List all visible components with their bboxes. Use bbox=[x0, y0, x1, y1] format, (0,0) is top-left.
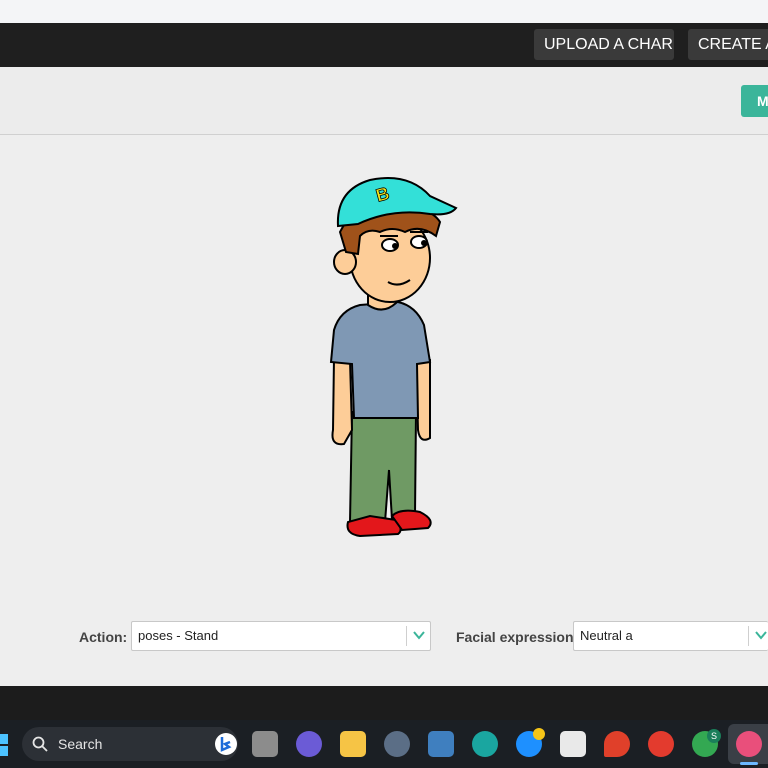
search-icon bbox=[32, 736, 48, 752]
bing-icon[interactable] bbox=[214, 732, 238, 756]
create-a-button[interactable]: CREATE A bbox=[688, 29, 768, 60]
teams-icon[interactable] bbox=[296, 731, 322, 757]
facial-expression-select[interactable]: Neutral a bbox=[573, 621, 768, 651]
page-footer bbox=[0, 686, 768, 720]
task-view-icon[interactable] bbox=[252, 731, 278, 757]
chevron-down-icon bbox=[755, 631, 767, 640]
upload-a-char-button[interactable]: UPLOAD A CHAR bbox=[534, 29, 674, 60]
character-left-shoe bbox=[346, 514, 402, 538]
edge-icon[interactable] bbox=[472, 731, 498, 757]
profile-badge: S bbox=[707, 729, 721, 743]
taskbar-search-box[interactable] bbox=[22, 727, 238, 761]
action-select-value: poses - Stand bbox=[138, 628, 219, 643]
teal-action-button[interactable]: M bbox=[741, 85, 768, 117]
character-pants bbox=[348, 411, 418, 523]
taskbar-search-label: Search bbox=[58, 736, 103, 752]
windows-start-icon[interactable] bbox=[0, 734, 10, 756]
action-select[interactable]: poses - Stand bbox=[131, 621, 431, 651]
character-preview: B bbox=[329, 177, 458, 538]
active-app-indicator bbox=[740, 762, 758, 765]
microsoft-store-icon[interactable] bbox=[560, 731, 586, 757]
notification-dot-icon bbox=[533, 728, 545, 740]
toolbar-strip bbox=[0, 67, 768, 135]
chevron-down-icon bbox=[413, 631, 425, 640]
facial-expression-label: Facial expression: bbox=[456, 629, 579, 645]
active-app-icon[interactable] bbox=[736, 731, 762, 757]
performance-monitor-icon[interactable] bbox=[428, 731, 454, 757]
settings-gear-icon[interactable] bbox=[384, 731, 410, 757]
browser-top-strip bbox=[0, 0, 768, 23]
file-explorer-icon[interactable] bbox=[340, 731, 366, 757]
facial-expression-select-value: Neutral a bbox=[580, 628, 633, 643]
action-label: Action: bbox=[79, 629, 128, 645]
map-pin-icon[interactable] bbox=[604, 731, 630, 757]
chrome-icon[interactable] bbox=[648, 731, 674, 757]
top-navbar: UPLOAD A CHAR CREATE A bbox=[0, 23, 768, 67]
character-left-arm bbox=[331, 356, 354, 446]
